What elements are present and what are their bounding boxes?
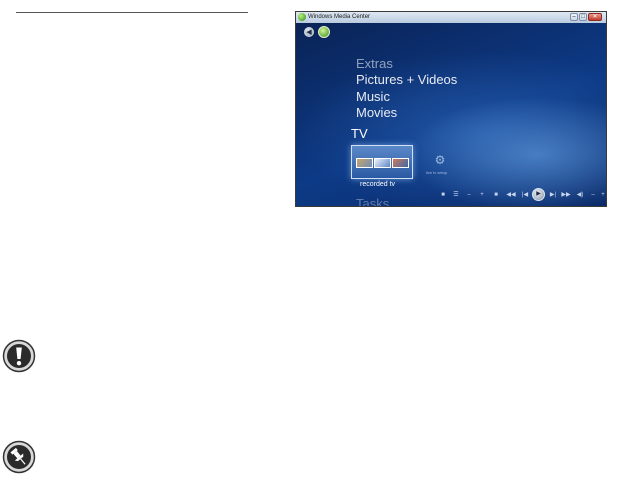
media-center-window: Windows Media Center – □ ✕ ◀ Extras Pict… bbox=[295, 11, 607, 207]
exclamation-icon bbox=[2, 339, 36, 373]
menu-list-icon[interactable]: ☰ bbox=[452, 192, 460, 199]
volume-down-icon[interactable]: – bbox=[589, 192, 597, 199]
start-button[interactable] bbox=[318, 26, 330, 38]
volume-icon[interactable]: ◀) bbox=[575, 192, 585, 199]
stop-icon[interactable]: ■ bbox=[439, 192, 447, 199]
pushpin-icon bbox=[2, 440, 36, 474]
media-center-content: ◀ Extras Pictures + Videos Music Movies … bbox=[296, 23, 606, 206]
channel-up-icon[interactable]: + bbox=[478, 192, 486, 199]
skip-forward-icon[interactable]: ▶| bbox=[548, 192, 558, 199]
menu-item-tv[interactable]: TV bbox=[351, 127, 368, 141]
back-arrow-icon: ◀ bbox=[306, 29, 312, 36]
menu-item-movies[interactable]: Movies bbox=[356, 106, 397, 120]
recorded-tv-label: recorded tv bbox=[360, 181, 396, 188]
window-title: Windows Media Center bbox=[308, 14, 371, 20]
channel-down-icon[interactable]: – bbox=[465, 192, 473, 199]
media-center-logo-icon bbox=[298, 13, 306, 21]
menu-item-music[interactable]: Music bbox=[356, 90, 390, 104]
close-button[interactable]: ✕ bbox=[588, 13, 602, 21]
media-center-logo-icon bbox=[319, 27, 329, 37]
menu-item-pictures-videos[interactable]: Pictures + Videos bbox=[356, 73, 457, 87]
volume-up-icon[interactable]: + bbox=[599, 192, 606, 199]
menu-item-tasks[interactable]: Tasks bbox=[356, 197, 389, 207]
recording-thumbnail bbox=[392, 158, 409, 168]
transport-controls: ■ ☰ – + ■ ◀◀ |◀ ▶ ▶| ▶▶ ◀) – + bbox=[436, 188, 606, 202]
maximize-button[interactable]: □ bbox=[579, 13, 587, 21]
play-button[interactable]: ▶ bbox=[532, 188, 545, 201]
recording-thumbnail bbox=[374, 158, 391, 168]
record-icon[interactable]: ■ bbox=[492, 192, 500, 199]
page-header-rule bbox=[16, 12, 248, 13]
gear-icon[interactable]: ⚙ bbox=[434, 154, 446, 166]
skip-back-icon[interactable]: |◀ bbox=[520, 192, 530, 199]
back-button[interactable]: ◀ bbox=[304, 27, 314, 37]
menu-item-extras[interactable]: Extras bbox=[356, 57, 393, 71]
minimize-button[interactable]: – bbox=[570, 13, 578, 21]
rewind-icon[interactable]: ◀◀ bbox=[506, 192, 516, 199]
live-tv-setup-label[interactable]: live tv setup bbox=[426, 170, 447, 175]
recording-thumbnail bbox=[356, 158, 373, 168]
fast-forward-icon[interactable]: ▶▶ bbox=[561, 192, 571, 199]
recorded-tv-tile[interactable] bbox=[351, 145, 413, 179]
